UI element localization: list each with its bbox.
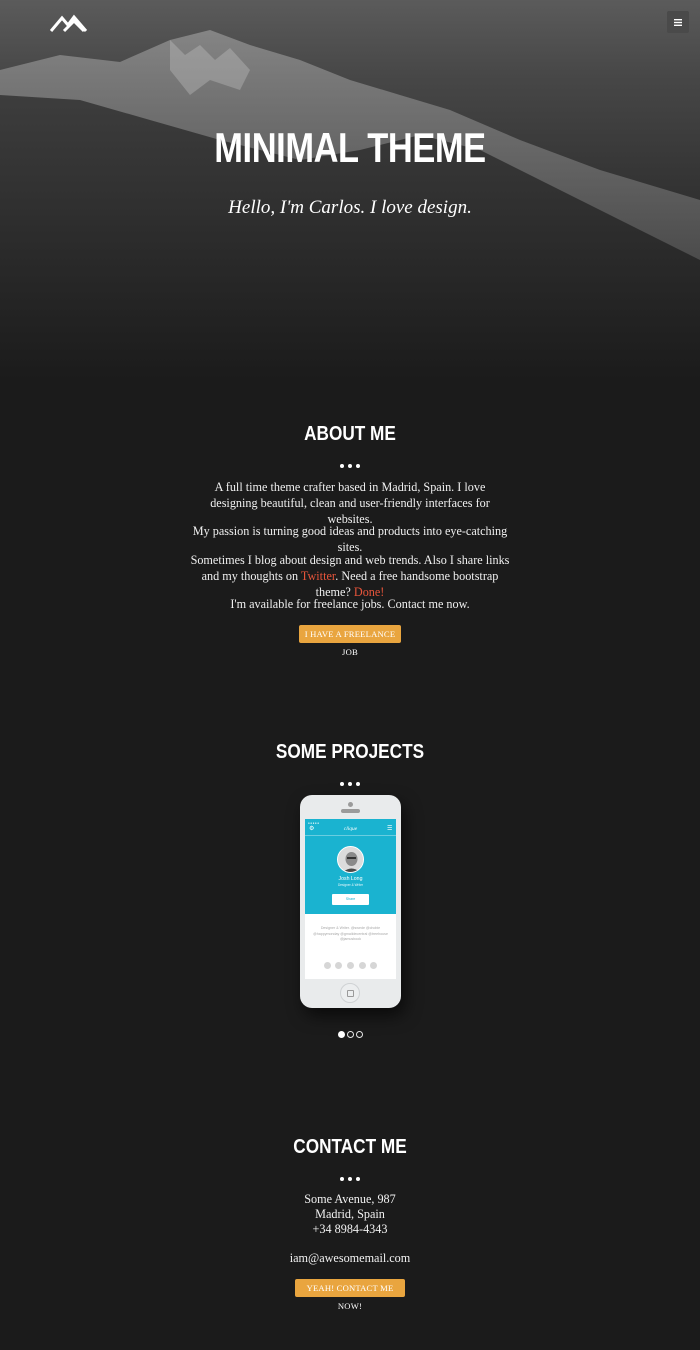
about-p3-text-b: . Need a free handsome bootstrap theme? (315, 569, 499, 599)
about-paragraph-1: A full time theme crafter based in Madri… (210, 480, 490, 526)
projects-divider-dots (0, 773, 700, 786)
app-profile-header: ●●●●● ⚙ clique ☰ Josh Long Designer & Wr… (305, 819, 396, 914)
phone-screen: ●●●●● ⚙ clique ☰ Josh Long Designer & Wr… (305, 819, 396, 979)
contact-email[interactable]: iam@awesomemail.com (200, 1250, 500, 1266)
mountain-logo-icon[interactable] (50, 13, 94, 33)
hero-section: MINIMAL THEME Hello, I'm Carlos. I love … (0, 0, 700, 380)
instagram-icon (358, 962, 366, 969)
about-paragraph-3: Sometimes I blog about design and web tr… (190, 552, 510, 600)
mountain-background (0, 30, 700, 380)
app-header-separator (305, 835, 396, 836)
twitter-icon (335, 962, 343, 969)
hero-title: MINIMAL THEME (214, 124, 486, 171)
contact-divider-dots (0, 1168, 700, 1181)
contact-phone: +34 8984-4343 (312, 1222, 388, 1236)
carousel-indicators (0, 1025, 700, 1043)
avatar (337, 846, 364, 873)
about-paragraph-2: My passion is turning good ideas and pro… (192, 524, 508, 554)
about-title: ABOUT ME (304, 423, 396, 445)
about-paragraph-4: I'm available for freelance jobs. Contac… (230, 597, 470, 611)
contact-address-line-2: Madrid, Spain (315, 1207, 385, 1221)
about-divider-dots (0, 455, 700, 468)
profile-role: Designer & Writer (337, 883, 364, 887)
hero-subtitle: Hello, I'm Carlos. I love design. (228, 197, 472, 218)
facebook-icon (347, 962, 354, 969)
freelance-job-button[interactable]: I HAVE A FREELANCE JOB (299, 625, 401, 657)
contact-title: CONTACT ME (293, 1136, 407, 1158)
phone-home-button (340, 983, 360, 1003)
projects-title: SOME PROJECTS (275, 741, 425, 763)
profile-bio: Designer & Writer. @swede @chobie @happy… (313, 926, 388, 942)
profile-name: Josh Long (338, 876, 363, 882)
user-icon (323, 962, 331, 969)
skype-icon (370, 962, 378, 969)
phone-camera (348, 802, 353, 807)
profile-share-button: Share (332, 894, 369, 905)
hamburger-menu-button[interactable] (667, 11, 689, 33)
twitter-link[interactable]: Twitter (301, 569, 335, 583)
profile-social-icons (305, 956, 396, 974)
contact-address-line-1: Some Avenue, 987 (304, 1192, 396, 1206)
avatar-portrait (338, 847, 363, 872)
carousel-dot-2[interactable] (346, 1031, 354, 1038)
app-menu-icon: ☰ (387, 826, 393, 832)
carousel-dot-3[interactable] (355, 1031, 363, 1038)
phone-mockup[interactable]: ●●●●● ⚙ clique ☰ Josh Long Designer & Wr… (300, 795, 401, 1008)
hamburger-menu-icon (674, 18, 682, 26)
carousel-dot-1[interactable] (337, 1031, 345, 1038)
phone-speaker (341, 809, 360, 813)
contact-me-button[interactable]: YEAH! CONTACT ME NOW! (295, 1279, 405, 1311)
app-brand: clique (343, 826, 358, 832)
